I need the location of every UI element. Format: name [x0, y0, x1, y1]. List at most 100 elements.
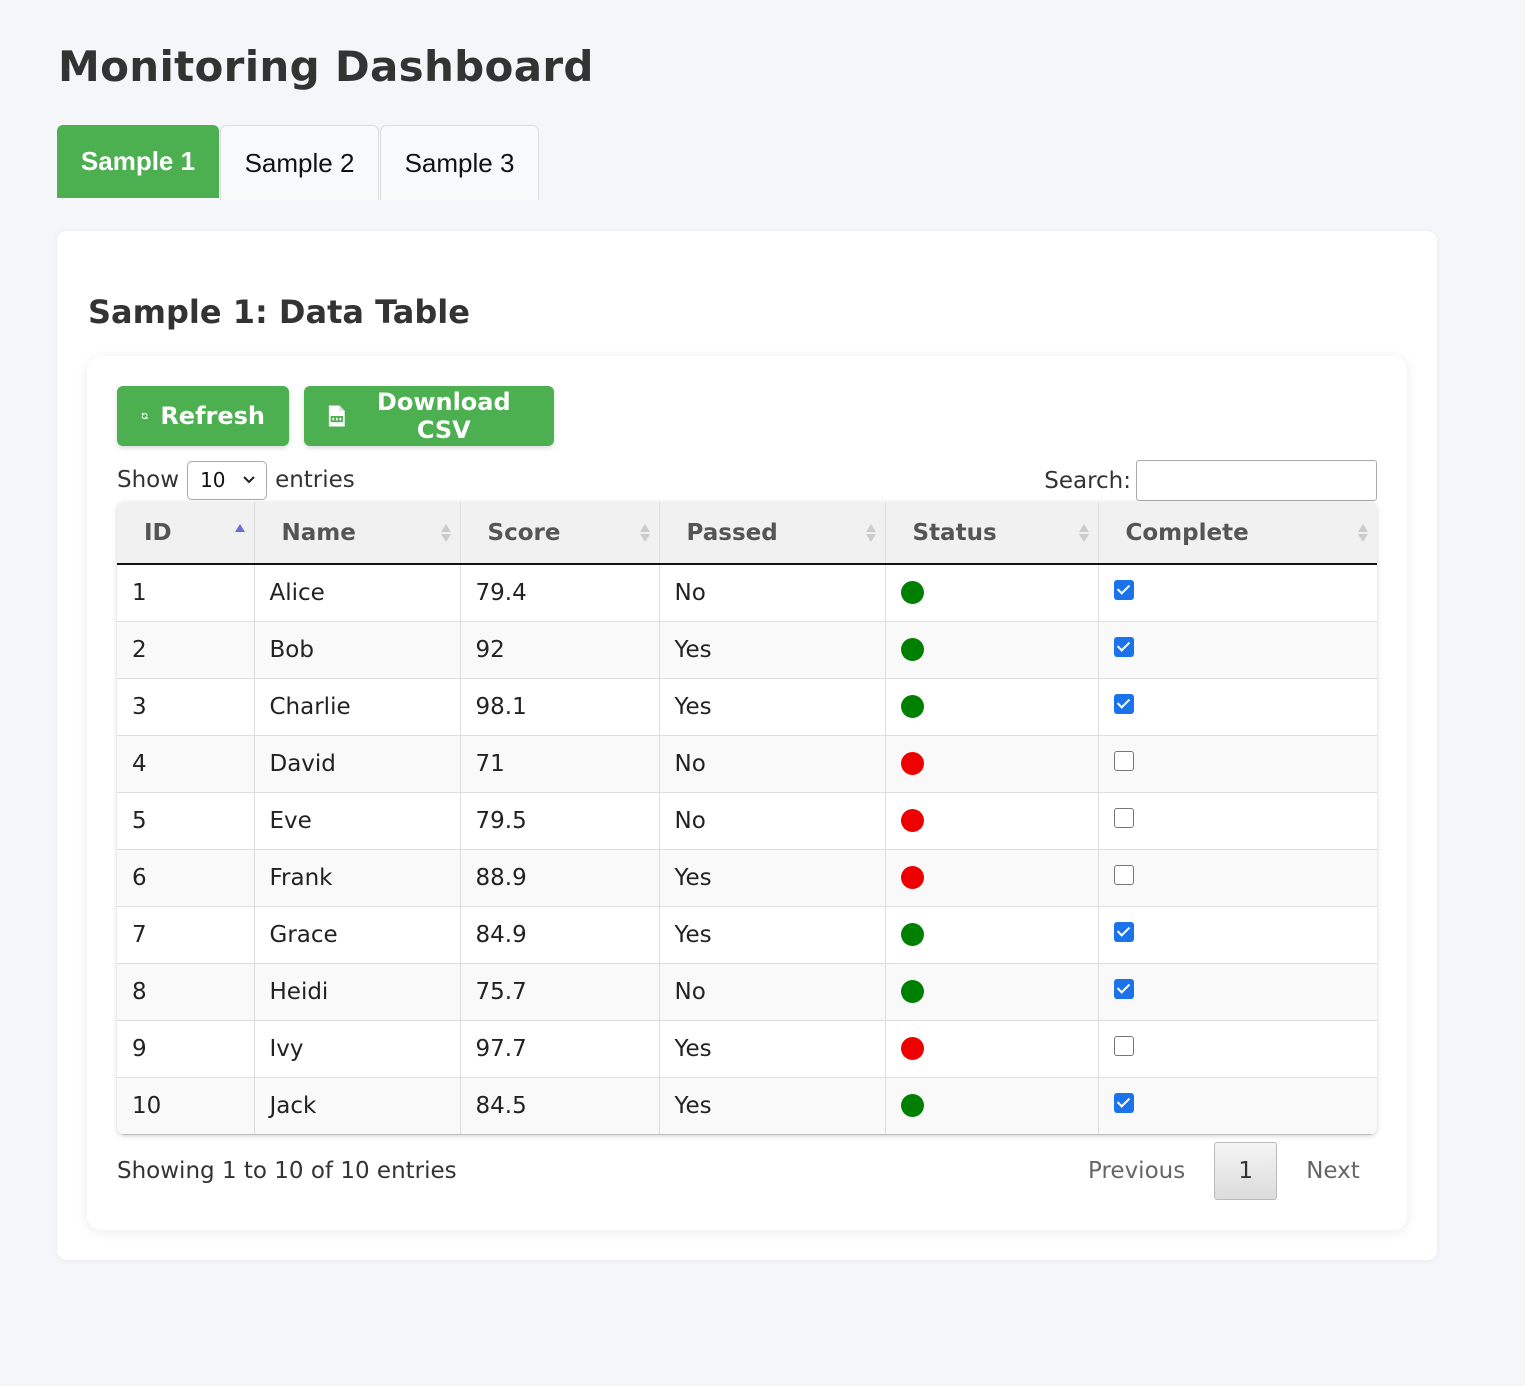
cell-id: 1	[117, 564, 255, 622]
data-table: ID Name Score Passed Status Complete 1 A…	[117, 502, 1377, 1135]
cell-score: 88.9	[460, 849, 660, 907]
cell-score: 92	[460, 621, 660, 679]
sort-icon	[1358, 524, 1368, 542]
cell-name: Frank	[254, 849, 461, 907]
sort-icon	[865, 524, 876, 542]
complete-checkbox[interactable]	[1113, 1093, 1134, 1113]
cell-passed: No	[659, 792, 886, 850]
complete-checkbox[interactable]	[1113, 637, 1134, 657]
status-dot-icon	[900, 751, 924, 775]
cell-name: Bob	[254, 621, 461, 679]
cell-complete	[1098, 1020, 1377, 1078]
cell-status	[885, 564, 1099, 622]
sort-icon	[440, 524, 451, 542]
page-length-value: 10	[200, 468, 226, 492]
download-csv-label: Download CSV	[376, 388, 511, 444]
cell-passed: Yes	[659, 621, 886, 679]
cell-id: 3	[117, 678, 255, 736]
column-header-label: ID	[144, 519, 172, 546]
cell-complete	[1098, 678, 1377, 736]
download-csv-button[interactable]: Download CSV	[304, 386, 554, 446]
refresh-label: Refresh	[160, 402, 265, 430]
cell-id: 6	[117, 849, 255, 907]
table-panel: Refresh Download CSV Show 10 entries Sea…	[87, 356, 1407, 1230]
page-button-1[interactable]: 1	[1214, 1142, 1278, 1200]
column-header-label: Score	[487, 519, 561, 546]
table-row: 2 Bob 92 Yes	[117, 621, 1377, 679]
cell-complete	[1098, 735, 1377, 793]
column-header-score[interactable]: Score	[460, 502, 660, 565]
tab-sample-3[interactable]: Sample 3	[380, 125, 539, 200]
cell-status	[885, 906, 1099, 964]
data-table-wrapper: ID Name Score Passed Status Complete 1 A…	[117, 502, 1377, 1135]
cell-name: Grace	[254, 906, 461, 964]
cell-status	[885, 792, 1099, 850]
refresh-icon	[141, 412, 148, 420]
table-row: 3 Charlie 98.1 Yes	[117, 678, 1377, 736]
complete-checkbox[interactable]	[1113, 694, 1134, 714]
status-dot-icon	[900, 1036, 924, 1060]
cell-status	[885, 1020, 1099, 1078]
column-header-id[interactable]: ID	[117, 502, 255, 565]
show-label: Show	[117, 467, 180, 493]
refresh-button[interactable]: Refresh	[117, 386, 289, 446]
previous-page-button[interactable]: Previous	[1062, 1158, 1211, 1184]
tab-bar: Sample 1 Sample 2 Sample 3	[57, 125, 540, 200]
cell-name: David	[254, 735, 461, 793]
cell-score: 98.1	[460, 678, 660, 736]
cell-status	[885, 678, 1099, 736]
cell-status	[885, 849, 1099, 907]
cell-complete	[1098, 906, 1377, 964]
cell-status	[885, 963, 1099, 1021]
cell-id: 9	[117, 1020, 255, 1078]
cell-id: 7	[117, 906, 255, 964]
content-card: Sample 1: Data Table Refresh Download CS…	[57, 231, 1437, 1260]
complete-checkbox[interactable]	[1113, 979, 1134, 999]
cell-name: Alice	[254, 564, 461, 622]
search-control: Search:	[1044, 460, 1377, 501]
cell-passed: No	[659, 564, 886, 622]
entries-label: entries	[275, 467, 355, 493]
cell-score: 75.7	[460, 963, 660, 1021]
cell-status	[885, 735, 1099, 793]
complete-checkbox[interactable]	[1113, 751, 1134, 771]
cell-id: 5	[117, 792, 255, 850]
column-header-passed[interactable]: Passed	[659, 502, 886, 565]
page-title: Monitoring Dashboard	[58, 42, 594, 91]
search-input[interactable]	[1136, 460, 1377, 501]
tab-sample-1[interactable]: Sample 1	[57, 125, 219, 198]
next-page-button[interactable]: Next	[1280, 1158, 1386, 1184]
cell-score: 97.7	[460, 1020, 660, 1078]
table-row: 1 Alice 79.4 No	[117, 564, 1377, 622]
cell-complete	[1098, 564, 1377, 622]
complete-checkbox[interactable]	[1113, 922, 1134, 942]
cell-name: Ivy	[254, 1020, 461, 1078]
cell-score: 71	[460, 735, 660, 793]
search-label: Search:	[1044, 467, 1131, 494]
cell-score: 79.4	[460, 564, 660, 622]
complete-checkbox[interactable]	[1113, 580, 1134, 601]
cell-complete	[1098, 849, 1377, 907]
column-header-status[interactable]: Status	[885, 502, 1099, 565]
cell-name: Charlie	[254, 678, 461, 736]
pagination: Previous 1 Next	[1062, 1142, 1386, 1200]
page-length-select[interactable]: 10	[187, 460, 268, 500]
column-header-name[interactable]: Name	[254, 502, 461, 565]
cell-complete	[1098, 621, 1377, 679]
cell-name: Heidi	[254, 963, 461, 1021]
column-header-label: Complete	[1125, 519, 1249, 546]
status-dot-icon	[900, 580, 924, 604]
status-dot-icon	[900, 865, 924, 889]
table-row: 8 Heidi 75.7 No	[117, 963, 1377, 1021]
complete-checkbox[interactable]	[1113, 865, 1134, 885]
complete-checkbox[interactable]	[1113, 1036, 1134, 1056]
tab-sample-2[interactable]: Sample 2	[220, 125, 379, 200]
status-dot-icon	[900, 808, 924, 832]
cell-name: Eve	[254, 792, 461, 850]
column-header-complete[interactable]: Complete	[1098, 502, 1377, 565]
complete-checkbox[interactable]	[1113, 808, 1134, 828]
cell-passed: No	[659, 735, 886, 793]
csv-file-icon	[328, 405, 345, 427]
status-dot-icon	[900, 694, 924, 718]
status-dot-icon	[900, 1093, 924, 1117]
